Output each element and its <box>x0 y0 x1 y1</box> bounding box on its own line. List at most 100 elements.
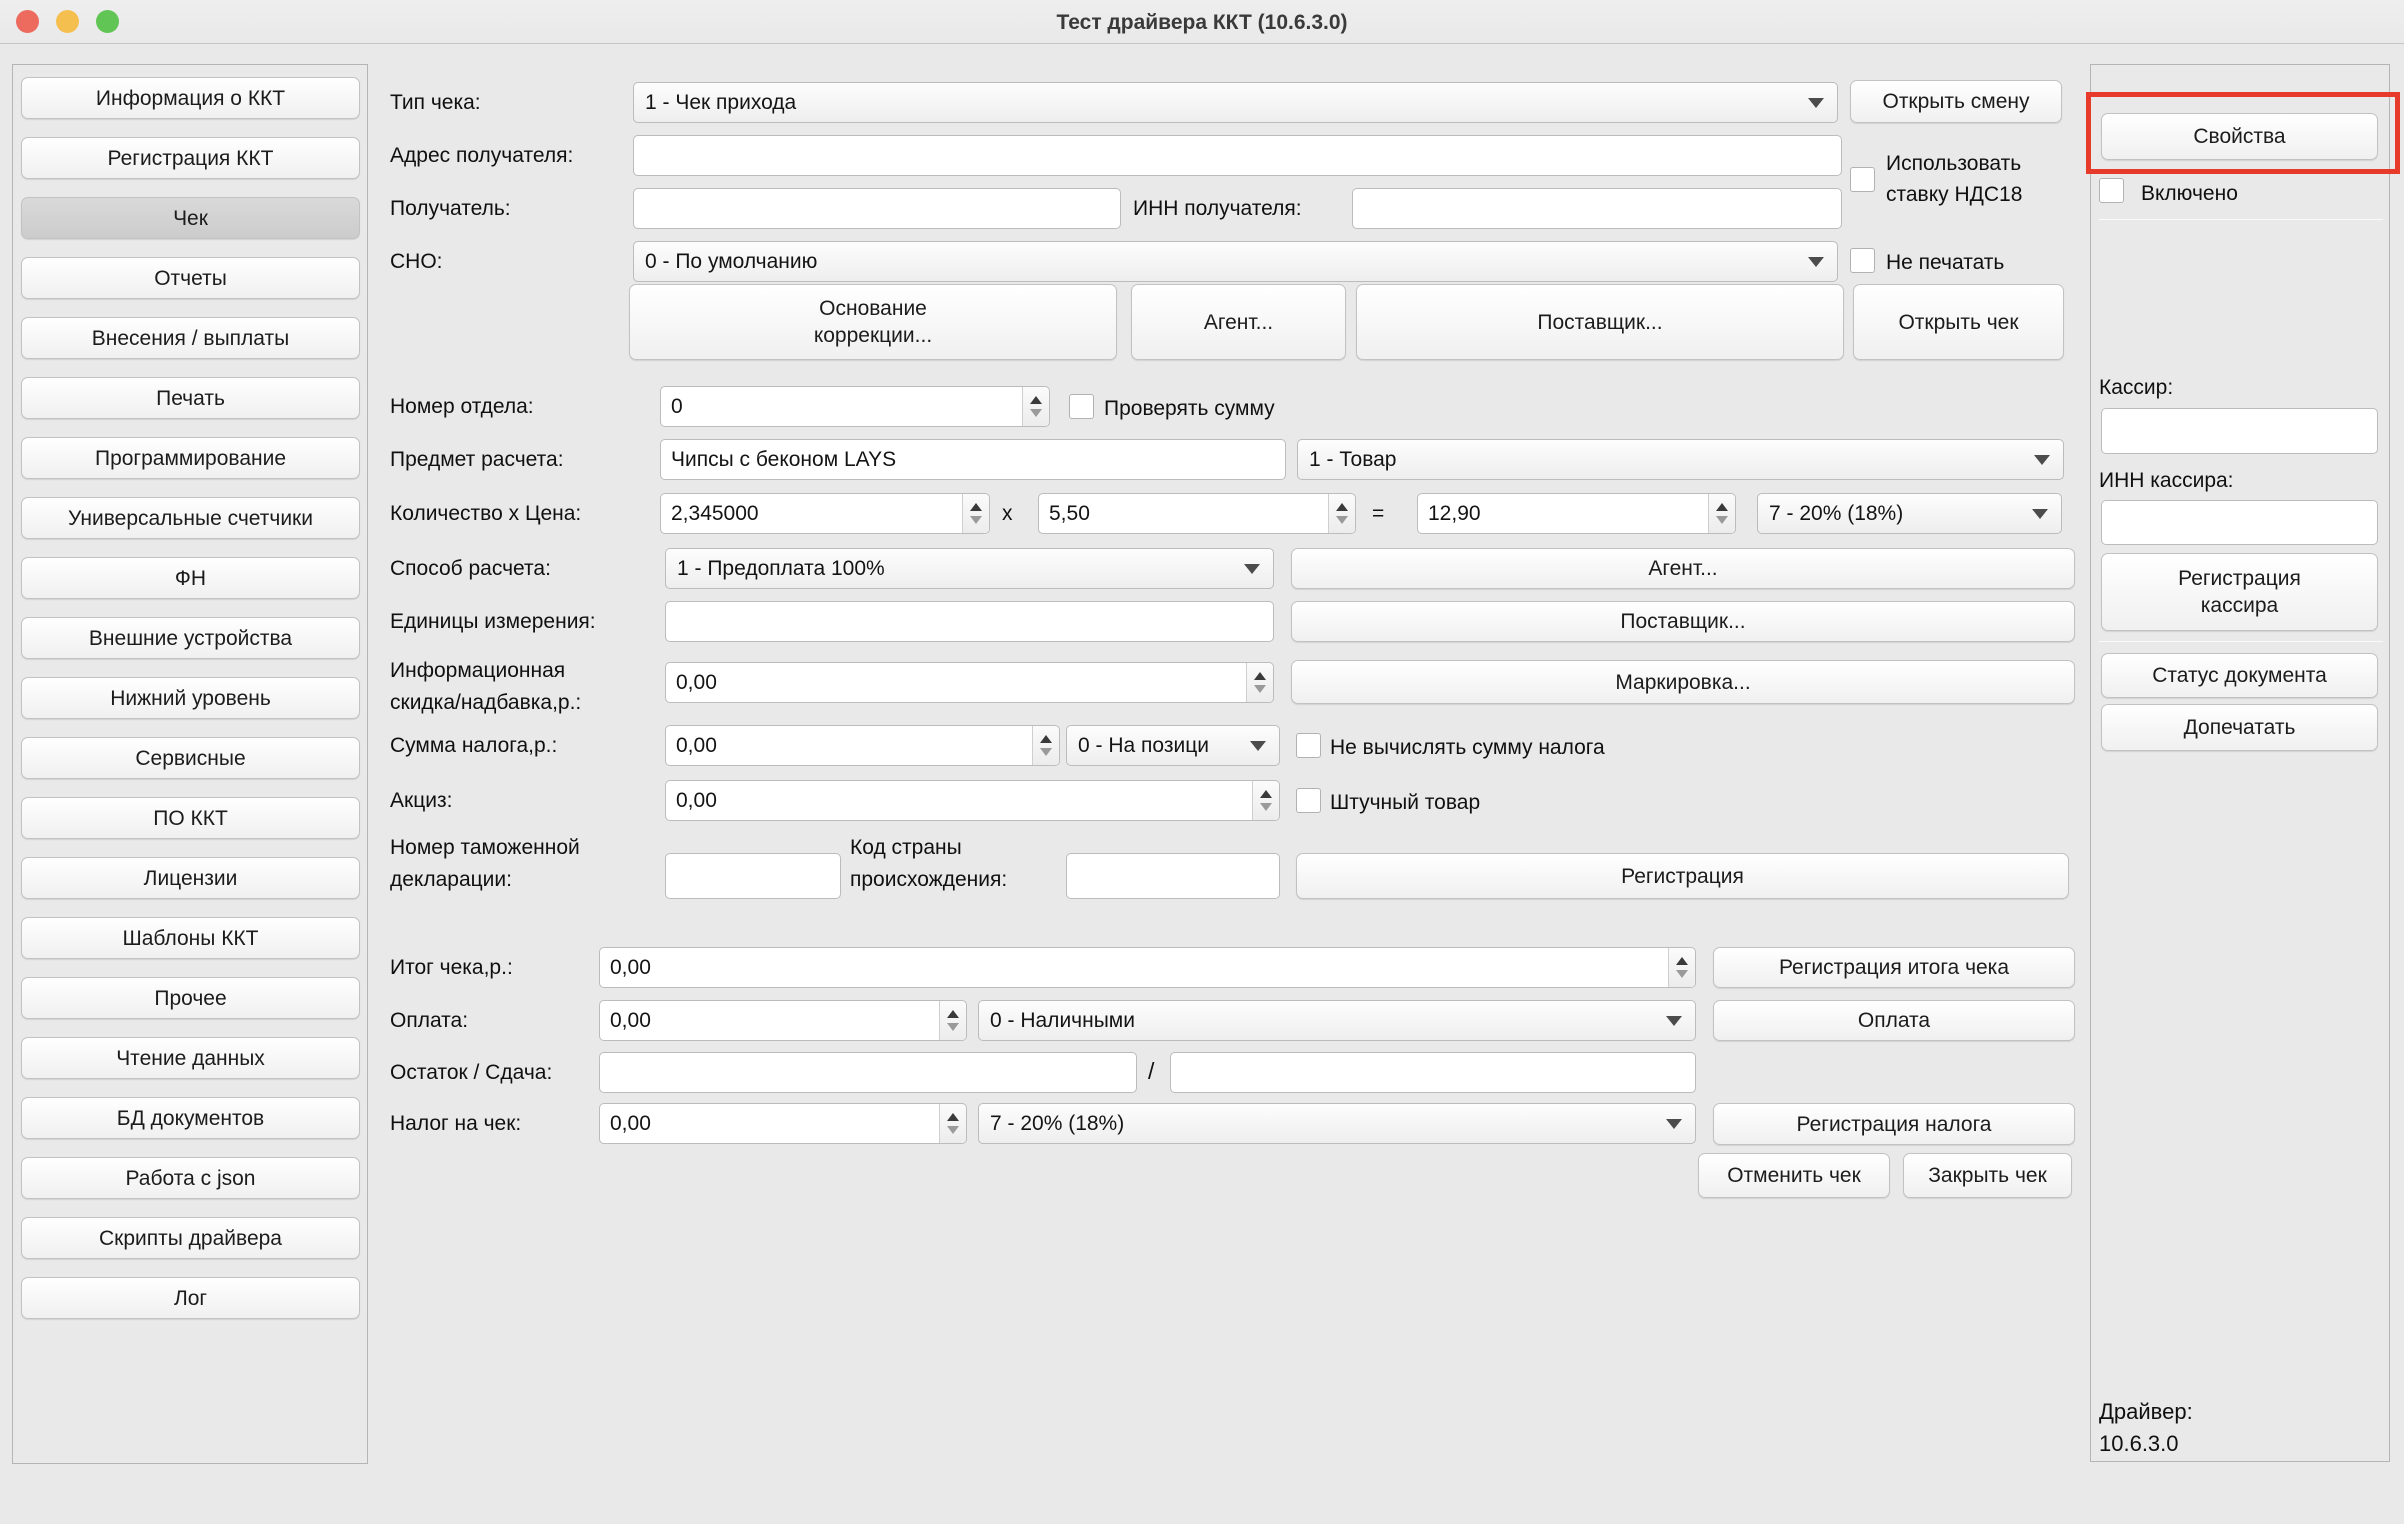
sidebar-item-log[interactable]: Лог <box>21 1277 360 1319</box>
sidebar-item-templates-kkt[interactable]: Шаблоны ККТ <box>21 917 360 959</box>
sidebar-item-misc[interactable]: Прочее <box>21 977 360 1019</box>
remainder-input[interactable] <box>599 1052 1137 1093</box>
sidebar-item-doc-db[interactable]: БД документов <box>21 1097 360 1139</box>
customs-input[interactable] <box>665 853 841 899</box>
no-tax-calc-checkbox[interactable] <box>1296 733 1321 758</box>
use-vat18-label-line2: ставку НДС18 <box>1886 183 2022 207</box>
tax-mode-select[interactable]: 0 - На позици <box>1066 725 1280 766</box>
supplier-top-button[interactable]: Поставщик... <box>1356 284 1844 360</box>
country-input[interactable] <box>1066 853 1280 899</box>
receipt-type-select[interactable]: 1 - Чек прихода <box>633 82 1838 123</box>
chevron-down-icon <box>1244 564 1260 574</box>
sidebar-item-registration-kkt[interactable]: Регистрация ККТ <box>21 137 360 179</box>
enabled-checkbox[interactable] <box>2099 178 2124 203</box>
receipt-tax-label: Налог на чек: <box>390 1112 521 1136</box>
cancel-receipt-button[interactable]: Отменить чек <box>1698 1153 1890 1198</box>
quantity-stepper[interactable]: 2,345000 <box>660 493 990 534</box>
open-shift-button[interactable]: Открыть смену <box>1850 80 2062 123</box>
discount-label-line1: Информационная <box>390 659 565 683</box>
recipient-label: Получатель: <box>390 197 511 221</box>
country-label-line2: происхождения: <box>850 868 1007 892</box>
subject-type-select[interactable]: 1 - Товар <box>1297 439 2064 480</box>
sidebar-item-licenses[interactable]: Лицензии <box>21 857 360 899</box>
print-more-button[interactable]: Допечатать <box>2101 704 2378 751</box>
sidebar-item-fn[interactable]: ФН <box>21 557 360 599</box>
agent-button[interactable]: Агент... <box>1291 548 2075 589</box>
recipient-address-label: Адрес получателя: <box>390 144 573 168</box>
sidebar-item-cash-in-out[interactable]: Внесения / выплаты <box>21 317 360 359</box>
subject-input[interactable]: Чипсы с беконом LAYS <box>660 439 1286 480</box>
agent-top-button[interactable]: Агент... <box>1131 284 1346 360</box>
marking-button[interactable]: Маркировка... <box>1291 660 2075 704</box>
payment-stepper[interactable]: 0,00 <box>599 1000 967 1041</box>
tax-sum-stepper[interactable]: 0,00 <box>665 725 1060 766</box>
sidebar-item-programming[interactable]: Программирование <box>21 437 360 479</box>
payment-method-label: Способ расчета: <box>390 557 551 581</box>
sidebar-item-universal-counters[interactable]: Универсальные счетчики <box>21 497 360 539</box>
check-sum-checkbox[interactable] <box>1069 394 1094 419</box>
sidebar-item-low-level[interactable]: Нижний уровень <box>21 677 360 719</box>
stepper-arrows-icon[interactable] <box>1708 494 1735 533</box>
close-receipt-button[interactable]: Закрыть чек <box>1903 1153 2072 1198</box>
stepper-arrows-icon[interactable] <box>1022 387 1049 426</box>
annotation-red-box <box>2086 92 2400 174</box>
open-receipt-button[interactable]: Открыть чек <box>1853 284 2064 360</box>
no-tax-calc-label: Не вычислять сумму налога <box>1330 736 1605 760</box>
stepper-arrows-icon[interactable] <box>1246 663 1273 702</box>
sidebar-item-driver-scripts[interactable]: Скрипты драйвера <box>21 1217 360 1259</box>
sidebar-item-reports[interactable]: Отчеты <box>21 257 360 299</box>
recipient-address-input[interactable] <box>633 135 1842 176</box>
use-vat18-label-line1: Использовать <box>1886 152 2021 176</box>
stepper-arrows-icon[interactable] <box>1668 948 1695 987</box>
sidebar-item-info-kkt[interactable]: Информация о ККТ <box>21 77 360 119</box>
stepper-arrows-icon[interactable] <box>939 1001 966 1040</box>
sno-select[interactable]: 0 - По умолчанию <box>633 241 1838 282</box>
units-label: Единицы измерения: <box>390 610 596 634</box>
department-stepper[interactable]: 0 <box>660 386 1050 427</box>
tax-registration-button[interactable]: Регистрация налога <box>1713 1103 2075 1145</box>
total-registration-button[interactable]: Регистрация итога чека <box>1713 947 2075 988</box>
payment-button[interactable]: Оплата <box>1713 1000 2075 1041</box>
sidebar-item-external-devices[interactable]: Внешние устройства <box>21 617 360 659</box>
no-print-checkbox[interactable] <box>1850 248 1875 273</box>
units-input[interactable] <box>665 601 1274 642</box>
stepper-arrows-icon[interactable] <box>1032 726 1059 765</box>
piece-goods-checkbox[interactable] <box>1296 788 1321 813</box>
stepper-arrows-icon[interactable] <box>939 1104 966 1143</box>
cashier-inn-input[interactable] <box>2101 500 2378 545</box>
correction-basis-button[interactable]: Основание коррекции... <box>629 284 1117 360</box>
remainder-label: Остаток / Сдача: <box>390 1061 552 1085</box>
receipt-total-stepper[interactable]: 0,00 <box>599 947 1696 988</box>
stepper-arrows-icon[interactable] <box>962 494 989 533</box>
recipient-input[interactable] <box>633 188 1121 229</box>
sidebar-item-print[interactable]: Печать <box>21 377 360 419</box>
registration-button[interactable]: Регистрация <box>1296 853 2069 899</box>
sum-stepper[interactable]: 12,90 <box>1417 493 1736 534</box>
qty-price-label: Количество x Цена: <box>390 502 581 526</box>
sidebar-item-read-data[interactable]: Чтение данных <box>21 1037 360 1079</box>
payment-method-select[interactable]: 1 - Предоплата 100% <box>665 548 1274 589</box>
price-stepper[interactable]: 5,50 <box>1038 493 1356 534</box>
sidebar-item-receipt[interactable]: Чек <box>21 197 360 239</box>
cashier-input[interactable] <box>2101 408 2378 454</box>
supplier-button[interactable]: Поставщик... <box>1291 601 2075 642</box>
window-title: Тест драйвера ККТ (10.6.3.0) <box>0 11 2404 35</box>
cashier-registration-button[interactable]: Регистрация кассира <box>2101 553 2378 631</box>
document-status-button[interactable]: Статус документа <box>2101 653 2378 698</box>
excise-stepper[interactable]: 0,00 <box>665 780 1280 821</box>
payment-type-select[interactable]: 0 - Наличными <box>978 1000 1696 1041</box>
sidebar-item-po-kkt[interactable]: ПО ККТ <box>21 797 360 839</box>
chevron-down-icon <box>1666 1119 1682 1129</box>
sidebar-item-json[interactable]: Работа с json <box>21 1157 360 1199</box>
vat-rate-select[interactable]: 7 - 20% (18%) <box>1757 493 2062 534</box>
use-vat18-checkbox[interactable] <box>1850 167 1875 192</box>
receipt-tax-rate-select[interactable]: 7 - 20% (18%) <box>978 1103 1696 1144</box>
stepper-arrows-icon[interactable] <box>1328 494 1355 533</box>
receipt-tax-stepper[interactable]: 0,00 <box>599 1103 967 1144</box>
discount-stepper[interactable]: 0,00 <box>665 662 1274 703</box>
sidebar-item-service[interactable]: Сервисные <box>21 737 360 779</box>
change-input[interactable] <box>1170 1052 1696 1093</box>
stepper-arrows-icon[interactable] <box>1252 781 1279 820</box>
recipient-inn-input[interactable] <box>1352 188 1842 229</box>
piece-goods-label: Штучный товар <box>1330 791 1480 815</box>
